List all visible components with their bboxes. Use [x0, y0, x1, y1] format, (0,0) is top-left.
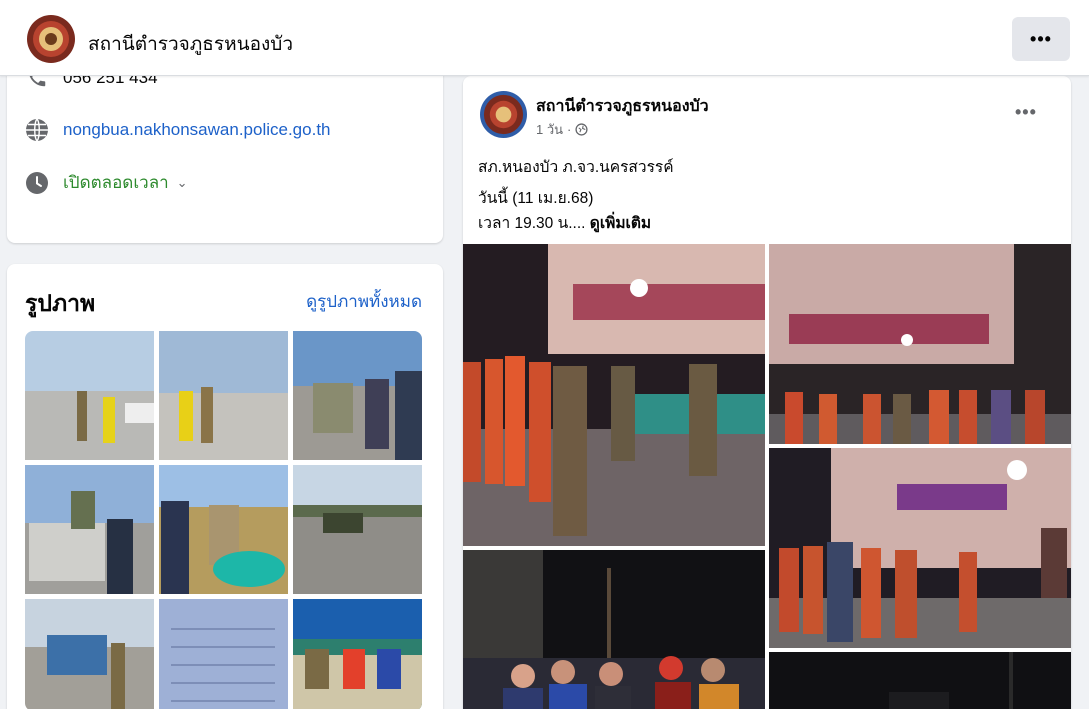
police-badge-icon	[27, 15, 75, 63]
post-photo[interactable]	[463, 550, 765, 709]
post-more-options-icon[interactable]: •••	[1015, 102, 1037, 123]
post-author-name[interactable]: สถานีตำรวจภูธรหนองบัว	[536, 94, 709, 119]
clock-icon	[25, 171, 49, 195]
post-meta: 1 วัน ·	[536, 119, 588, 140]
post-photo[interactable]	[769, 652, 1071, 709]
post-card: สถานีตำรวจภูธรหนองบัว 1 วัน · ••• สภ.หนอ…	[463, 76, 1071, 709]
post-photo[interactable]	[769, 448, 1071, 648]
post-line-3: เวลา 19.30 น.... ดูเพิ่มเติม	[478, 210, 651, 235]
photos-card: รูปภาพ ดูรูปภาพทั้งหมด	[7, 264, 443, 709]
photo-thumb[interactable]	[159, 599, 288, 709]
website-link[interactable]: nongbua.nakhonsawan.police.go.th	[63, 120, 331, 140]
post-author-avatar[interactable]	[480, 91, 527, 138]
police-badge-icon	[480, 91, 527, 138]
post-line-2: วันนี้ (11 เม.ย.68)	[478, 190, 594, 207]
photo-thumb[interactable]	[293, 465, 422, 594]
post-photo[interactable]	[463, 244, 765, 546]
photo-thumb[interactable]	[159, 465, 288, 594]
chevron-down-icon[interactable]: ⌄	[177, 175, 188, 191]
post-line-1: สภ.หนองบัว ภ.จว.นครสวรรค์	[478, 159, 674, 176]
hours-row[interactable]: เปิดตลอดเวลา ⌄	[25, 169, 188, 196]
photo-thumb[interactable]	[293, 599, 422, 709]
website-row[interactable]: nongbua.nakhonsawan.police.go.th	[25, 118, 331, 142]
page-header: สถานีตำรวจภูธรหนองบัว •••	[0, 0, 1089, 76]
photo-thumb[interactable]	[293, 331, 422, 460]
photo-thumb[interactable]	[159, 331, 288, 460]
page-avatar[interactable]	[27, 15, 75, 63]
more-options-button[interactable]: •••	[1012, 17, 1070, 61]
see-all-photos-link[interactable]: ดูรูปภาพทั้งหมด	[306, 288, 422, 315]
globe-icon	[575, 123, 588, 136]
photo-grid	[25, 331, 422, 709]
post-timestamp[interactable]: 1 วัน	[536, 119, 563, 140]
photos-heading: รูปภาพ	[25, 290, 96, 316]
post-photo-collage	[463, 244, 1071, 709]
photo-thumb[interactable]	[25, 331, 154, 460]
meta-separator: ·	[567, 122, 572, 137]
page-title: สถานีตำรวจภูธรหนองบัว	[88, 34, 294, 55]
post-line-3-text: เวลา 19.30 น....	[478, 215, 586, 232]
photo-thumb[interactable]	[25, 599, 154, 709]
post-photo[interactable]	[769, 244, 1071, 444]
hours-text: เปิดตลอดเวลา	[63, 173, 169, 192]
photo-thumb[interactable]	[25, 465, 154, 594]
globe-icon	[25, 118, 49, 142]
see-more-link[interactable]: ดูเพิ่มเติม	[590, 215, 651, 232]
